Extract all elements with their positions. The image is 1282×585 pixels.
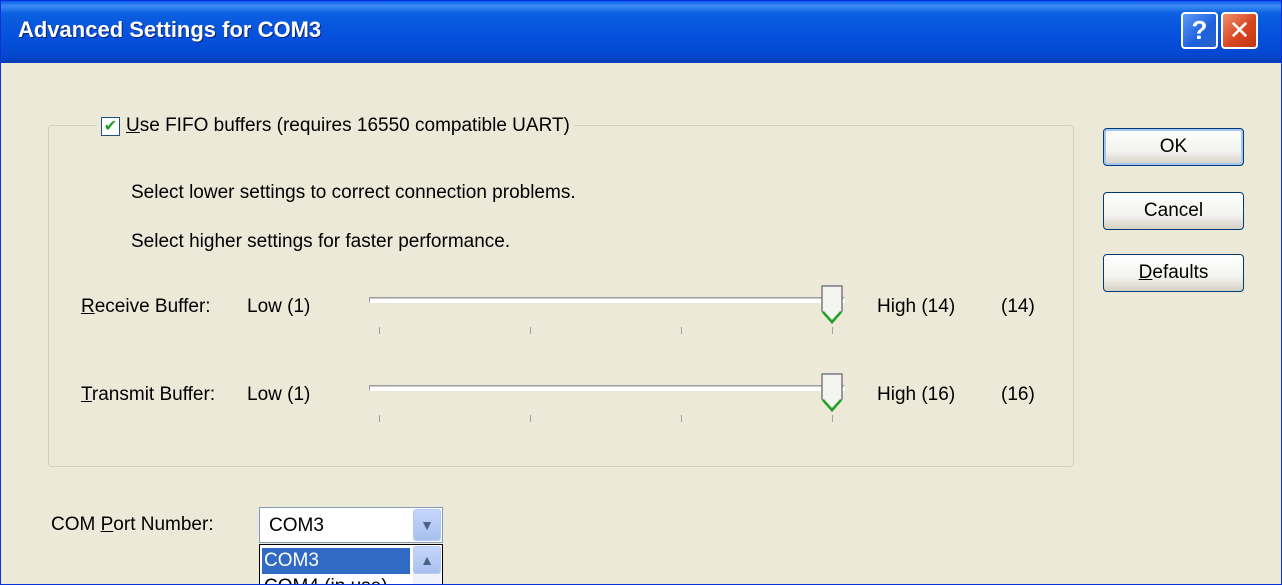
transmit-tick [832, 415, 833, 422]
com-port-dropdown-list: COM3 COM4 (in use) ▲ [259, 544, 443, 584]
close-icon: ✕ [1228, 15, 1251, 45]
hint-higher-text: Select higher settings for faster perfor… [131, 231, 511, 252]
dialog-window: Advanced Settings for COM3 ? ✕ ✔ Use FIF… [0, 0, 1282, 585]
ok-button-label: OK [1159, 136, 1188, 157]
receive-buffer-label: Receive Buffer: [81, 296, 211, 317]
com-port-selected-value: COM3 [269, 515, 324, 536]
fifo-checkbox-row[interactable]: ✔ Use FIFO buffers (requires 16550 compa… [97, 114, 574, 138]
receive-slider-thumb[interactable] [820, 285, 844, 325]
transmit-buffer-label: Transmit Buffer: [81, 384, 216, 405]
receive-tick [681, 327, 682, 334]
receive-tick [379, 327, 380, 334]
defaults-button[interactable]: Defaults [1103, 254, 1244, 292]
help-button[interactable]: ? [1181, 12, 1218, 49]
transmit-tick [681, 415, 682, 422]
scroll-up-button[interactable]: ▲ [413, 546, 441, 574]
transmit-high-label: High (16) [877, 384, 956, 405]
transmit-tick [379, 415, 380, 422]
fifo-checkbox[interactable]: ✔ [101, 116, 120, 136]
cancel-button-label: Cancel [1143, 200, 1204, 221]
hint-lower-text: Select lower settings to correct connect… [131, 182, 576, 203]
window-title: Advanced Settings for COM3 [18, 17, 322, 42]
close-button[interactable]: ✕ [1221, 12, 1258, 49]
receive-tick [832, 327, 833, 334]
transmit-low-label: Low (1) [247, 384, 311, 405]
checkmark-icon: ✔ [103, 118, 118, 135]
receive-slider-track[interactable] [369, 297, 845, 303]
receive-high-label: High (14) [877, 296, 956, 317]
fifo-checkbox-label[interactable]: Use FIFO buffers (requires 16550 compati… [126, 115, 570, 137]
dropdown-scrollbar[interactable]: ▲ [413, 546, 441, 584]
com-port-option[interactable]: COM3 [262, 548, 410, 574]
chevron-up-icon: ▲ [420, 552, 434, 568]
receive-value: (14) [1001, 296, 1035, 317]
receive-tick [530, 327, 531, 334]
title-bar[interactable]: Advanced Settings for COM3 ? ✕ [1, 1, 1281, 63]
transmit-slider-thumb[interactable] [820, 373, 844, 413]
com-port-dropdown-button[interactable]: ▼ [413, 509, 441, 541]
chevron-down-icon: ▼ [420, 517, 434, 533]
com-port-option[interactable]: COM4 (in use) [262, 574, 410, 584]
receive-low-label: Low (1) [247, 296, 311, 317]
cancel-button[interactable]: Cancel [1103, 192, 1244, 230]
help-icon: ? [1191, 15, 1208, 45]
com-port-label: COM Port Number: [51, 514, 214, 535]
com-port-select[interactable]: COM3 ▼ [259, 507, 443, 543]
transmit-value: (16) [1001, 384, 1035, 405]
ok-button[interactable]: OK [1103, 128, 1244, 166]
transmit-slider-track[interactable] [369, 385, 845, 391]
defaults-button-label: Defaults [1138, 262, 1209, 283]
transmit-tick [530, 415, 531, 422]
